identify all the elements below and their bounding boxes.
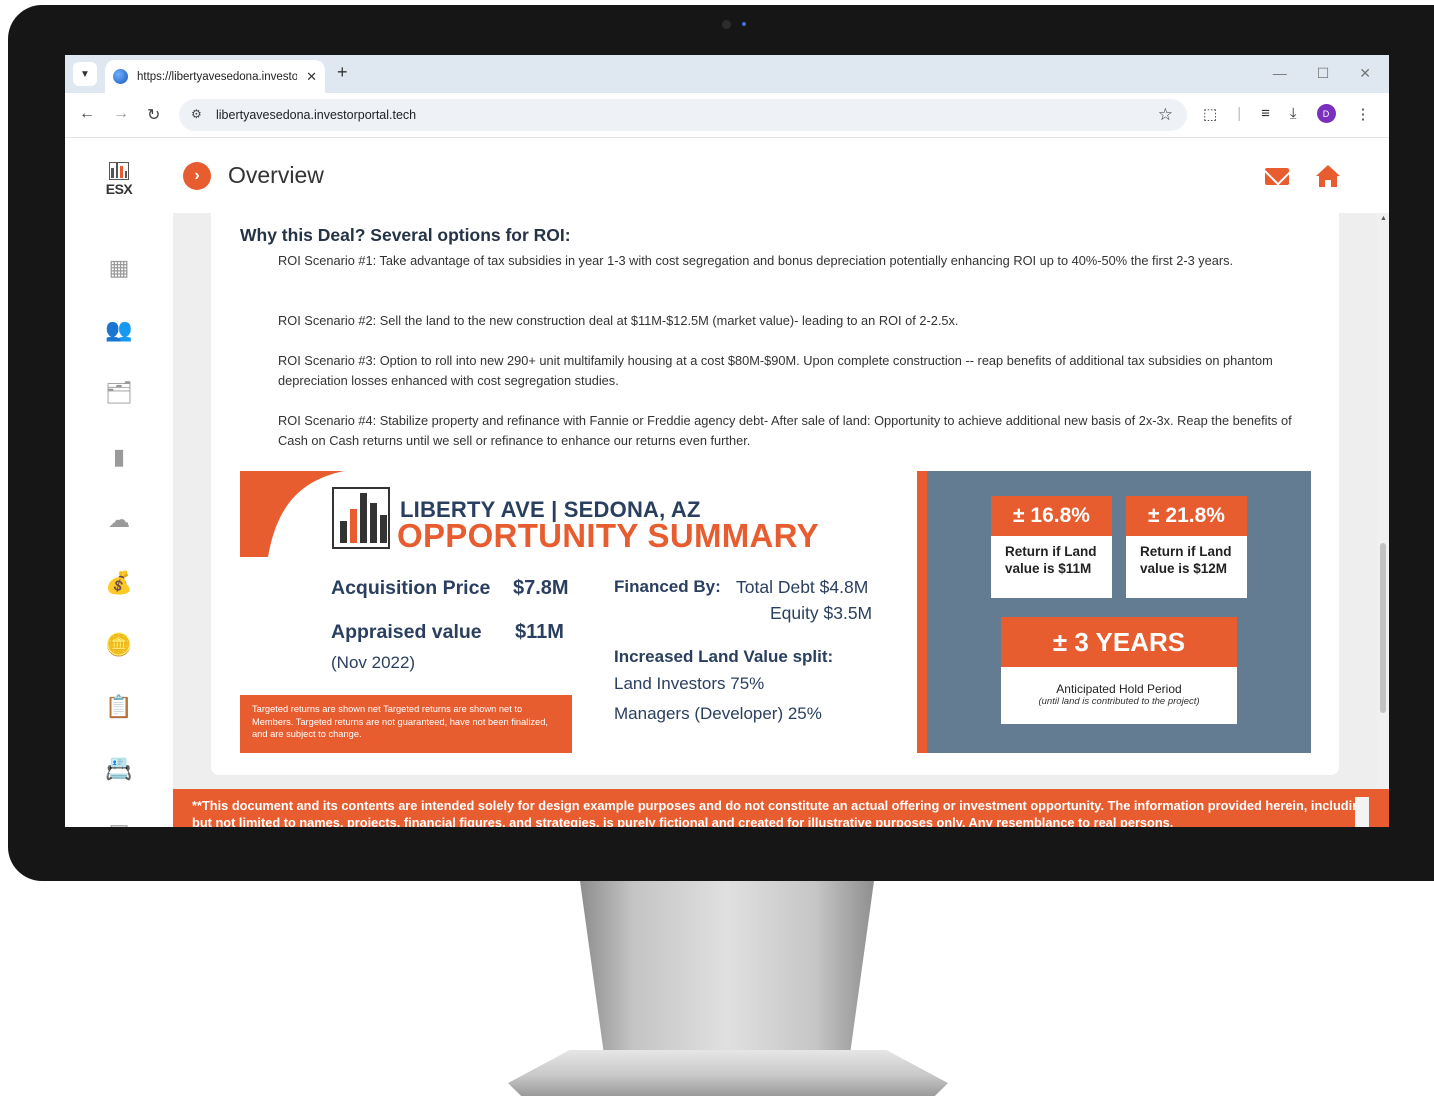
esx-logo[interactable]: ESX bbox=[101, 162, 137, 206]
sidebar-toggle-chevron-icon[interactable]: › bbox=[183, 162, 211, 190]
bookmark-star-icon[interactable]: ☆ bbox=[1158, 105, 1173, 125]
split-label: Increased Land Value split: bbox=[614, 647, 834, 666]
page-header: › Overview bbox=[173, 138, 1389, 213]
mail-icon[interactable] bbox=[1265, 168, 1289, 185]
roi-scenario-3: ROI Scenario #3: Option to roll into new… bbox=[278, 353, 1273, 388]
page-title: Overview bbox=[228, 162, 324, 188]
targeted-returns-disclaimer: Targeted returns are shown net Targeted … bbox=[240, 695, 572, 753]
brand-chart-icon bbox=[332, 487, 390, 549]
contacts-icon[interactable]: 📇 bbox=[105, 755, 133, 783]
tab-title: https://libertyavesedona.investo bbox=[137, 70, 297, 83]
report-icon[interactable]: 📋 bbox=[105, 693, 133, 721]
monitor-stand-neck bbox=[580, 881, 874, 1051]
split-investors: Land Investors 75% bbox=[614, 674, 765, 693]
stat-return-11m-value: ± 16.8% bbox=[991, 496, 1112, 536]
toolbar-divider: | bbox=[1237, 105, 1242, 122]
extensions-icon[interactable]: ⬚ bbox=[1203, 105, 1217, 123]
financed-label: Financed By: bbox=[614, 577, 721, 596]
new-tab-button[interactable]: + bbox=[337, 62, 348, 83]
tab-search-button[interactable]: ▼ bbox=[73, 62, 97, 86]
webcam bbox=[722, 20, 731, 29]
appraised-value: $11M bbox=[515, 621, 564, 643]
scroll-thumb[interactable] bbox=[1380, 543, 1386, 713]
forward-icon[interactable]: → bbox=[113, 105, 129, 123]
stat-hold-period-sub: (until land is contributed to the projec… bbox=[1038, 696, 1200, 707]
documents-icon[interactable]: 🗂 bbox=[105, 379, 133, 407]
scroll-up-arrow[interactable]: ▲ bbox=[1380, 215, 1387, 222]
footer-scrollbar[interactable] bbox=[1355, 797, 1369, 827]
site-info-icon[interactable]: ⚙ bbox=[191, 107, 202, 121]
menu-kebab-icon[interactable]: ⋮ bbox=[1356, 105, 1371, 123]
stat-return-12m-value: ± 21.8% bbox=[1126, 496, 1247, 536]
close-tab-icon[interactable]: ✕ bbox=[306, 69, 317, 85]
browser-toolbar: ← → ↻ ⚙ libertyavesedona.investorportal.… bbox=[65, 93, 1389, 138]
close-window-button[interactable]: ✕ bbox=[1359, 65, 1371, 82]
returns-panel: ± 16.8% Return if Land value is $11M ± 2… bbox=[917, 471, 1311, 753]
appraised-label: Appraised value bbox=[331, 621, 482, 643]
address-bar[interactable]: ⚙ libertyavesedona.investorportal.tech ☆ bbox=[179, 99, 1187, 131]
download-icon[interactable]: ⤓ bbox=[1290, 105, 1297, 122]
stat-hold-period-label: Anticipated Hold Period bbox=[1056, 682, 1182, 696]
financed-debt: Total Debt $4.8M bbox=[736, 577, 869, 597]
money-bag-icon[interactable]: 💰 bbox=[105, 569, 133, 597]
home-icon[interactable] bbox=[1315, 164, 1341, 188]
page-scrollbar[interactable]: ▲ bbox=[1377, 213, 1389, 789]
stat-return-12m-label: Return if Land value is $12M bbox=[1140, 544, 1232, 576]
stat-return-12m: ± 21.8% Return if Land value is $12M bbox=[1126, 496, 1247, 598]
content-card: Why this Deal? Several options for ROI: … bbox=[211, 213, 1339, 775]
reading-list-icon[interactable]: ≡ bbox=[1261, 105, 1270, 122]
split-managers: Managers (Developer) 25% bbox=[614, 704, 822, 723]
maximize-button[interactable]: ☐ bbox=[1317, 65, 1330, 82]
roi-scenario-4: ROI Scenario #4: Stabilize property and … bbox=[278, 413, 1292, 448]
dashboard-icon[interactable]: ▦ bbox=[105, 254, 133, 282]
stat-hold-period-value: ± 3 YEARS bbox=[1001, 617, 1237, 667]
profile-avatar[interactable]: D bbox=[1316, 104, 1336, 123]
users-group-icon[interactable]: 👥 bbox=[105, 316, 133, 344]
logo-text: ESX bbox=[105, 181, 133, 197]
acquisition-label: Acquisition Price bbox=[331, 577, 491, 599]
cloud-money-icon[interactable]: ☁ bbox=[105, 506, 133, 534]
browser-tab-bar: ▼ https://libertyavesedona.investo ✕ + —… bbox=[65, 55, 1389, 93]
stat-hold-period: ± 3 YEARS Anticipated Hold Period (until… bbox=[1001, 617, 1237, 724]
screen: ▼ https://libertyavesedona.investo ✕ + —… bbox=[65, 55, 1389, 827]
stat-return-11m-label: Return if Land value is $11M bbox=[1005, 544, 1097, 576]
appraised-date: (Nov 2022) bbox=[331, 653, 416, 672]
stat-return-11m: ± 16.8% Return if Land value is $11M bbox=[991, 496, 1112, 598]
summary-title: OPPORTUNITY SUMMARY bbox=[397, 517, 819, 554]
coins-icon[interactable]: 🪙 bbox=[105, 631, 133, 659]
acquisition-value: $7.8M bbox=[513, 577, 569, 599]
sidebar: ESX ▦ 👥 🗂 ▮ ☁ 💰 🪙 📋 📇 ▭ bbox=[65, 138, 173, 827]
browser-tab[interactable]: https://libertyavesedona.investo ✕ bbox=[105, 60, 325, 93]
minimize-button[interactable]: — bbox=[1273, 65, 1287, 82]
app-root: ESX ▦ 👥 🗂 ▮ ☁ 💰 🪙 📋 📇 ▭ › Overview ▲ bbox=[65, 138, 1389, 827]
reload-icon[interactable]: ↻ bbox=[147, 105, 160, 125]
roi-heading: Why this Deal? Several options for ROI: bbox=[240, 225, 571, 245]
legal-footer: **This document and its contents are int… bbox=[173, 789, 1389, 827]
webcam-led bbox=[742, 22, 746, 26]
financed-equity: Equity $3.5M bbox=[770, 603, 873, 623]
opportunity-summary-banner: LIBERTY AVE | SEDONA, AZ OPPORTUNITY SUM… bbox=[240, 471, 1311, 753]
roi-scenario-1: ROI Scenario #1: Take advantage of tax s… bbox=[278, 253, 1234, 268]
monitor-stand-base bbox=[508, 1050, 948, 1096]
more-sidebar-icon[interactable]: ▭ bbox=[105, 814, 133, 827]
url-text[interactable]: libertyavesedona.investorportal.tech bbox=[216, 108, 416, 122]
back-icon[interactable]: ← bbox=[79, 105, 95, 123]
bar-chart-icon[interactable]: ▮ bbox=[105, 443, 133, 471]
globe-icon bbox=[113, 69, 128, 84]
footer-text: **This document and its contents are int… bbox=[192, 798, 1368, 827]
roi-scenario-2: ROI Scenario #2: Sell the land to the ne… bbox=[278, 313, 959, 328]
